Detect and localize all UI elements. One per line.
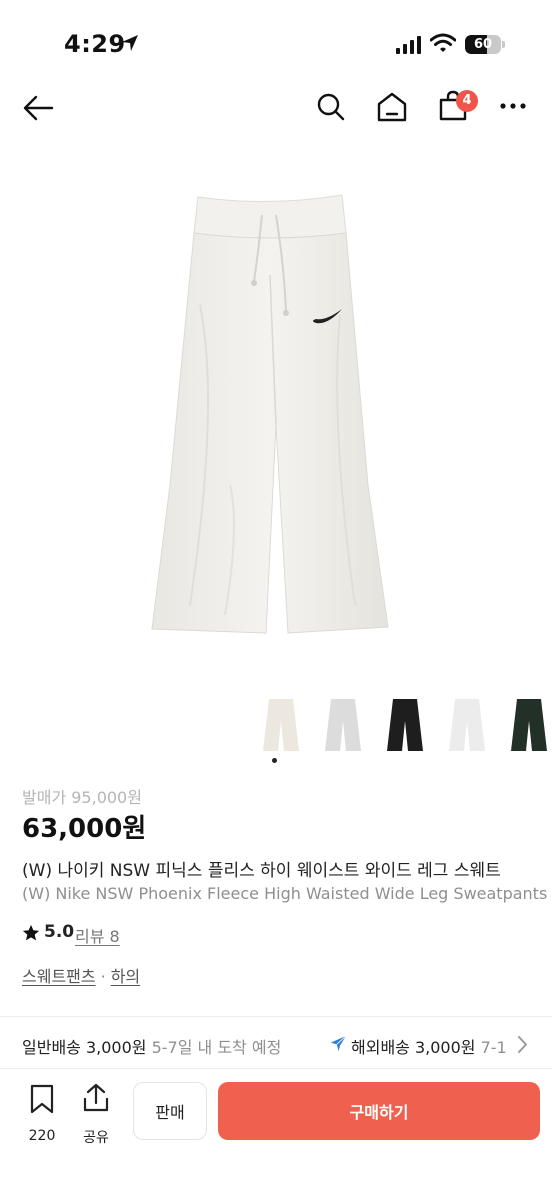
- home-icon[interactable]: [376, 91, 408, 123]
- chevron-right-icon[interactable]: [517, 1036, 527, 1053]
- product-title-korean: (W) 나이키 NSW 피닉스 플리스 하이 웨이스트 와이드 레그 스웨트: [22, 861, 501, 881]
- airplane-icon: [330, 1035, 347, 1052]
- overseas-shipping-label: 해외배송 3,000원: [351, 1038, 476, 1057]
- category-link-bottoms[interactable]: 하의: [111, 967, 140, 986]
- rating-value: 5.0: [44, 922, 75, 942]
- top-nav: 4: [0, 82, 552, 136]
- sale-price: 63,000원: [22, 814, 147, 844]
- thumbnail-pants: [387, 699, 423, 751]
- share-button[interactable]: 공유: [78, 1083, 114, 1146]
- thumbnail-strip: [255, 695, 552, 765]
- thumbnail-page-indicator: [272, 758, 277, 763]
- domestic-shipping: 일반배송 3,000원 5-7일 내 도착 예정: [22, 1034, 281, 1058]
- thumbnail-2[interactable]: [321, 695, 365, 755]
- buy-button[interactable]: 구매하기: [218, 1082, 540, 1140]
- product-image[interactable]: [130, 185, 420, 645]
- search-icon[interactable]: [316, 92, 346, 122]
- domestic-shipping-label: 일반배송 3,000원: [22, 1038, 147, 1057]
- status-bar: 4:29 60: [0, 0, 552, 90]
- thumbnail-pants: [511, 699, 547, 751]
- share-icon: [83, 1083, 109, 1112]
- cart-count-badge: 4: [456, 90, 478, 112]
- more-options-icon[interactable]: [499, 102, 527, 110]
- status-time: 4:29: [64, 30, 126, 58]
- battery-indicator: 60: [465, 35, 505, 54]
- wifi-icon: [430, 33, 456, 52]
- overseas-shipping-eta: 7-1: [480, 1038, 507, 1057]
- domestic-shipping-eta: 5-7일 내 도착 예정: [151, 1038, 282, 1057]
- thumbnail-pants: [449, 699, 485, 751]
- thumbnail-pants: [325, 699, 361, 751]
- bookmark-button[interactable]: 220: [24, 1084, 60, 1144]
- battery-percent: 60: [473, 37, 493, 52]
- bookmark-count: 220: [28, 1128, 56, 1144]
- category-link-sweatpants[interactable]: 스웨트팬츠: [22, 967, 96, 986]
- cellular-signal-icon: [396, 36, 421, 54]
- divider: [0, 1016, 552, 1017]
- bottom-action-bar: 220 공유 판매 구매하기: [0, 1070, 552, 1200]
- review-count-link[interactable]: 리뷰 8: [75, 923, 120, 947]
- thumbnail-4[interactable]: [445, 695, 489, 755]
- thumbnail-pants: [263, 699, 299, 751]
- original-price: 발매가 95,000원: [22, 788, 142, 807]
- overseas-shipping: 해외배송 3,000원 7-1: [351, 1034, 521, 1058]
- share-label: 공유: [83, 1130, 109, 1146]
- thumbnail-3[interactable]: [383, 695, 427, 755]
- bookmark-icon: [30, 1084, 54, 1114]
- back-arrow-icon[interactable]: [22, 94, 54, 122]
- thumbnail-1[interactable]: [259, 695, 303, 755]
- location-arrow-icon: [122, 35, 138, 51]
- star-icon: [22, 924, 40, 941]
- category-separator: ·: [100, 967, 106, 986]
- product-title-english: (W) Nike NSW Phoenix Fleece High Waisted…: [22, 884, 548, 903]
- divider: [0, 1068, 552, 1069]
- sell-button[interactable]: 판매: [133, 1082, 207, 1140]
- thumbnail-5[interactable]: [507, 695, 551, 755]
- category-breadcrumb: 스웨트팬츠 · 하의: [22, 963, 140, 987]
